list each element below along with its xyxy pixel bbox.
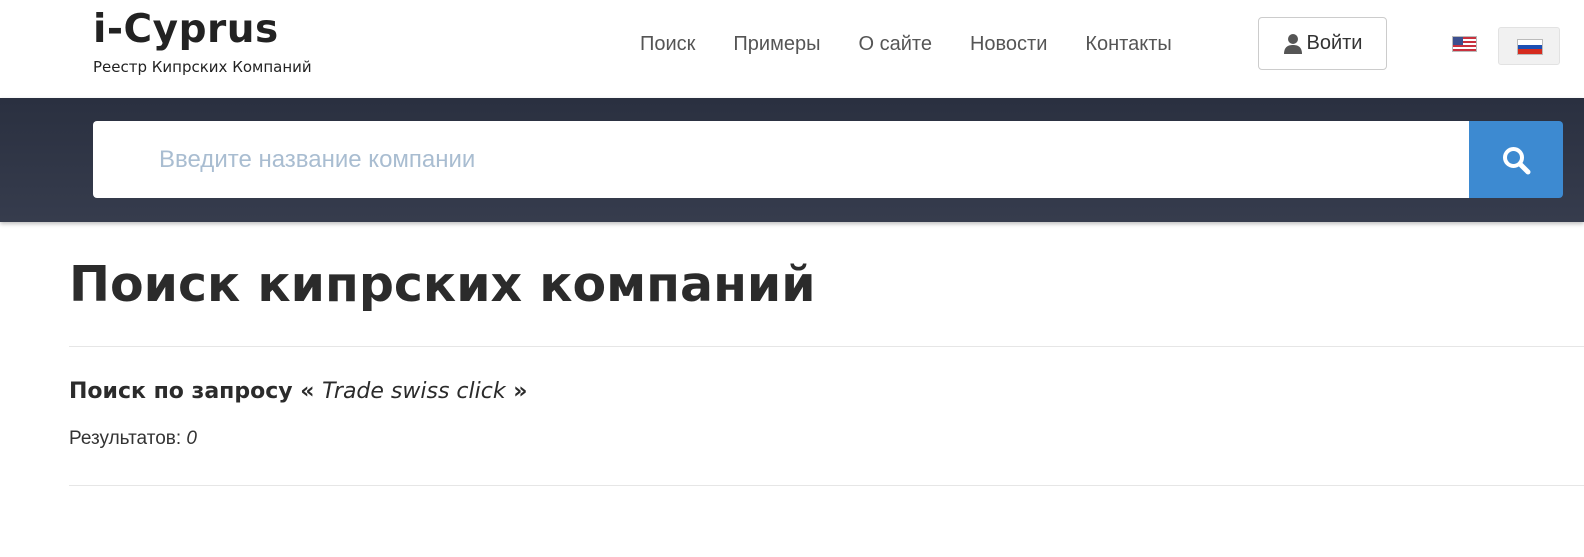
nav-item-contacts[interactable]: Контакты [1085,31,1171,57]
query-term: Trade swiss click [322,379,506,404]
brand[interactable]: i-Cyprus Реестр Кипрских Компаний [93,6,312,76]
search-button[interactable] [1469,121,1563,198]
site-logo-title[interactable]: i-Cyprus [93,6,312,54]
search-icon [1501,145,1531,175]
main-nav: Поиск Примеры О сайте Новости Контакты [640,31,1210,57]
user-icon [1283,33,1303,55]
results-count: 0 [186,428,197,449]
page-title: Поиск кипрских компаний [69,256,816,313]
results-summary: Результатов: 0 [69,427,197,451]
search-band [0,98,1584,222]
search-query-heading: Поиск по запросу « Trade swiss click » [69,378,527,406]
ru-flag-button[interactable] [1498,27,1560,65]
site-subtitle: Реестр Кипрских Компаний [93,58,312,76]
nav-item-examples[interactable]: Примеры [733,31,820,57]
query-suffix: » [513,379,528,404]
divider [69,346,1584,347]
divider [69,485,1584,486]
company-search-input[interactable] [93,121,1469,198]
us-flag-icon[interactable] [1452,36,1477,52]
login-label: Войти [1306,32,1363,54]
query-prefix: Поиск по запросу « [69,379,315,404]
nav-item-search[interactable]: Поиск [640,31,695,57]
login-button[interactable]: Войти [1258,17,1387,70]
nav-item-news[interactable]: Новости [970,31,1047,57]
nav-item-about[interactable]: О сайте [858,31,931,57]
site-header: i-Cyprus Реестр Кипрских Компаний Поиск … [0,0,1584,98]
results-label: Результатов: [69,428,182,449]
ru-flag-icon [1517,39,1543,55]
